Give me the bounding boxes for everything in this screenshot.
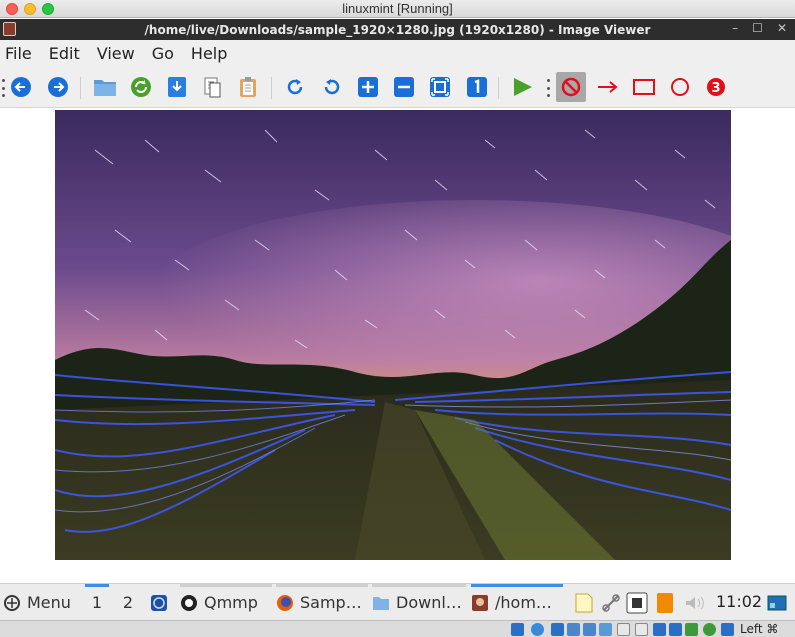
menu-view[interactable]: View: [92, 44, 141, 63]
displayed-photo[interactable]: [55, 110, 731, 560]
book-icon[interactable]: [655, 592, 675, 614]
task-firefox-label: Samp…: [300, 593, 362, 612]
task-qmmp-label: Qmmp: [204, 593, 258, 612]
traffic-lights: [6, 3, 54, 15]
task-downloads[interactable]: Downl…: [372, 584, 466, 621]
menubar: File Edit View Go Help: [0, 40, 795, 67]
menu-edit[interactable]: Edit: [44, 44, 86, 63]
reload-icon[interactable]: [129, 75, 153, 99]
workspace-2-label: 2: [122, 593, 134, 612]
folder-icon: [373, 596, 389, 610]
firefox-icon: [277, 594, 293, 611]
back-icon[interactable]: [9, 75, 33, 99]
zoom-in-icon[interactable]: [356, 75, 380, 99]
volume-icon[interactable]: [684, 594, 708, 612]
host-title-bar: linuxmint [Running]: [0, 0, 795, 18]
mint-logo-icon: [4, 594, 20, 611]
minimize-icon[interactable]: –: [732, 21, 738, 35]
close-icon[interactable]: ✕: [777, 21, 787, 35]
notes-icon[interactable]: [573, 592, 595, 614]
workspace-2[interactable]: 2: [116, 584, 140, 621]
workspace-1[interactable]: 1: [85, 584, 109, 621]
close-window-icon[interactable]: [6, 3, 18, 15]
menu-button[interactable]: Menu: [3, 584, 71, 621]
hdd-icon[interactable]: [511, 623, 524, 636]
mouse-integration-icon[interactable]: [685, 623, 698, 636]
host-window-title: linuxmint [Running]: [342, 1, 453, 16]
menu-help[interactable]: Help: [186, 44, 233, 63]
workspace-1-label: 1: [91, 593, 103, 612]
vm-stop-icon[interactable]: [626, 592, 648, 614]
host-key-label: Left ⌘: [740, 622, 779, 636]
network-icon[interactable]: [600, 592, 622, 614]
clock[interactable]: 11:02: [716, 592, 762, 611]
task-image-viewer[interactable]: /hom…: [471, 584, 563, 621]
image-viewer-app-icon: [3, 22, 16, 36]
task-image-viewer-label: /hom…: [495, 593, 552, 612]
video-capture-icon[interactable]: [635, 623, 648, 636]
menu-label: Menu: [27, 593, 71, 612]
arrow-annotation-icon[interactable]: [596, 75, 620, 99]
desktop-icon: [151, 594, 167, 611]
svg-text:3: 3: [711, 81, 720, 96]
v-icon[interactable]: [669, 623, 682, 636]
menu-go[interactable]: Go: [147, 44, 180, 63]
paste-icon[interactable]: [236, 75, 260, 99]
rotate-left-icon[interactable]: [320, 75, 344, 99]
keyboard-icon[interactable]: [721, 623, 734, 636]
slideshow-icon[interactable]: [510, 75, 534, 99]
number-annotation-icon[interactable]: 3: [704, 75, 728, 99]
globe-icon[interactable]: [703, 623, 716, 636]
show-desktop-button[interactable]: [150, 584, 174, 621]
cpu-icon[interactable]: [653, 623, 666, 636]
circle-annotation-icon[interactable]: [668, 75, 692, 99]
zoom-out-icon[interactable]: [392, 75, 416, 99]
vbox-status-bar: Left ⌘: [0, 620, 795, 637]
image-canvas[interactable]: [0, 108, 795, 560]
taskbar: Menu 1 2 Qmmp Samp… Downl… /hom… 11:02: [0, 583, 795, 620]
workspace-switcher-icon[interactable]: [767, 595, 787, 611]
network-adapter-icon[interactable]: [567, 623, 580, 636]
save-icon[interactable]: [165, 75, 189, 99]
toolbar-grip-2[interactable]: [547, 79, 550, 97]
folder-icon[interactable]: [93, 75, 117, 99]
display-icon[interactable]: [617, 623, 630, 636]
task-firefox[interactable]: Samp…: [276, 584, 368, 621]
optical-drive-icon[interactable]: [531, 623, 544, 636]
rectangle-annotation-icon[interactable]: [632, 75, 656, 99]
toolbar: 3: [0, 67, 795, 108]
shared-folder-icon[interactable]: [599, 623, 612, 636]
copy-icon[interactable]: [200, 75, 224, 99]
toolbar-grip[interactable]: [2, 79, 5, 97]
audio-icon[interactable]: [551, 623, 564, 636]
no-annotation-icon[interactable]: [556, 72, 586, 102]
image-viewer-icon: [472, 594, 488, 611]
window-title: /home/live/Downloads/sample_1920×1280.jp…: [144, 22, 651, 37]
qmmp-icon: [181, 594, 197, 611]
task-qmmp[interactable]: Qmmp: [180, 584, 272, 621]
forward-icon[interactable]: [46, 75, 70, 99]
maximize-window-icon[interactable]: [42, 3, 54, 15]
app-title-bar: /home/live/Downloads/sample_1920×1280.jp…: [0, 19, 795, 40]
fit-icon[interactable]: [428, 75, 452, 99]
rotate-right-icon[interactable]: [283, 75, 307, 99]
menu-file[interactable]: File: [0, 44, 38, 63]
minimize-window-icon[interactable]: [24, 3, 36, 15]
usb-icon[interactable]: [583, 623, 596, 636]
maximize-icon[interactable]: ☐: [752, 21, 763, 35]
actual-size-icon[interactable]: [465, 75, 489, 99]
task-downloads-label: Downl…: [396, 593, 462, 612]
